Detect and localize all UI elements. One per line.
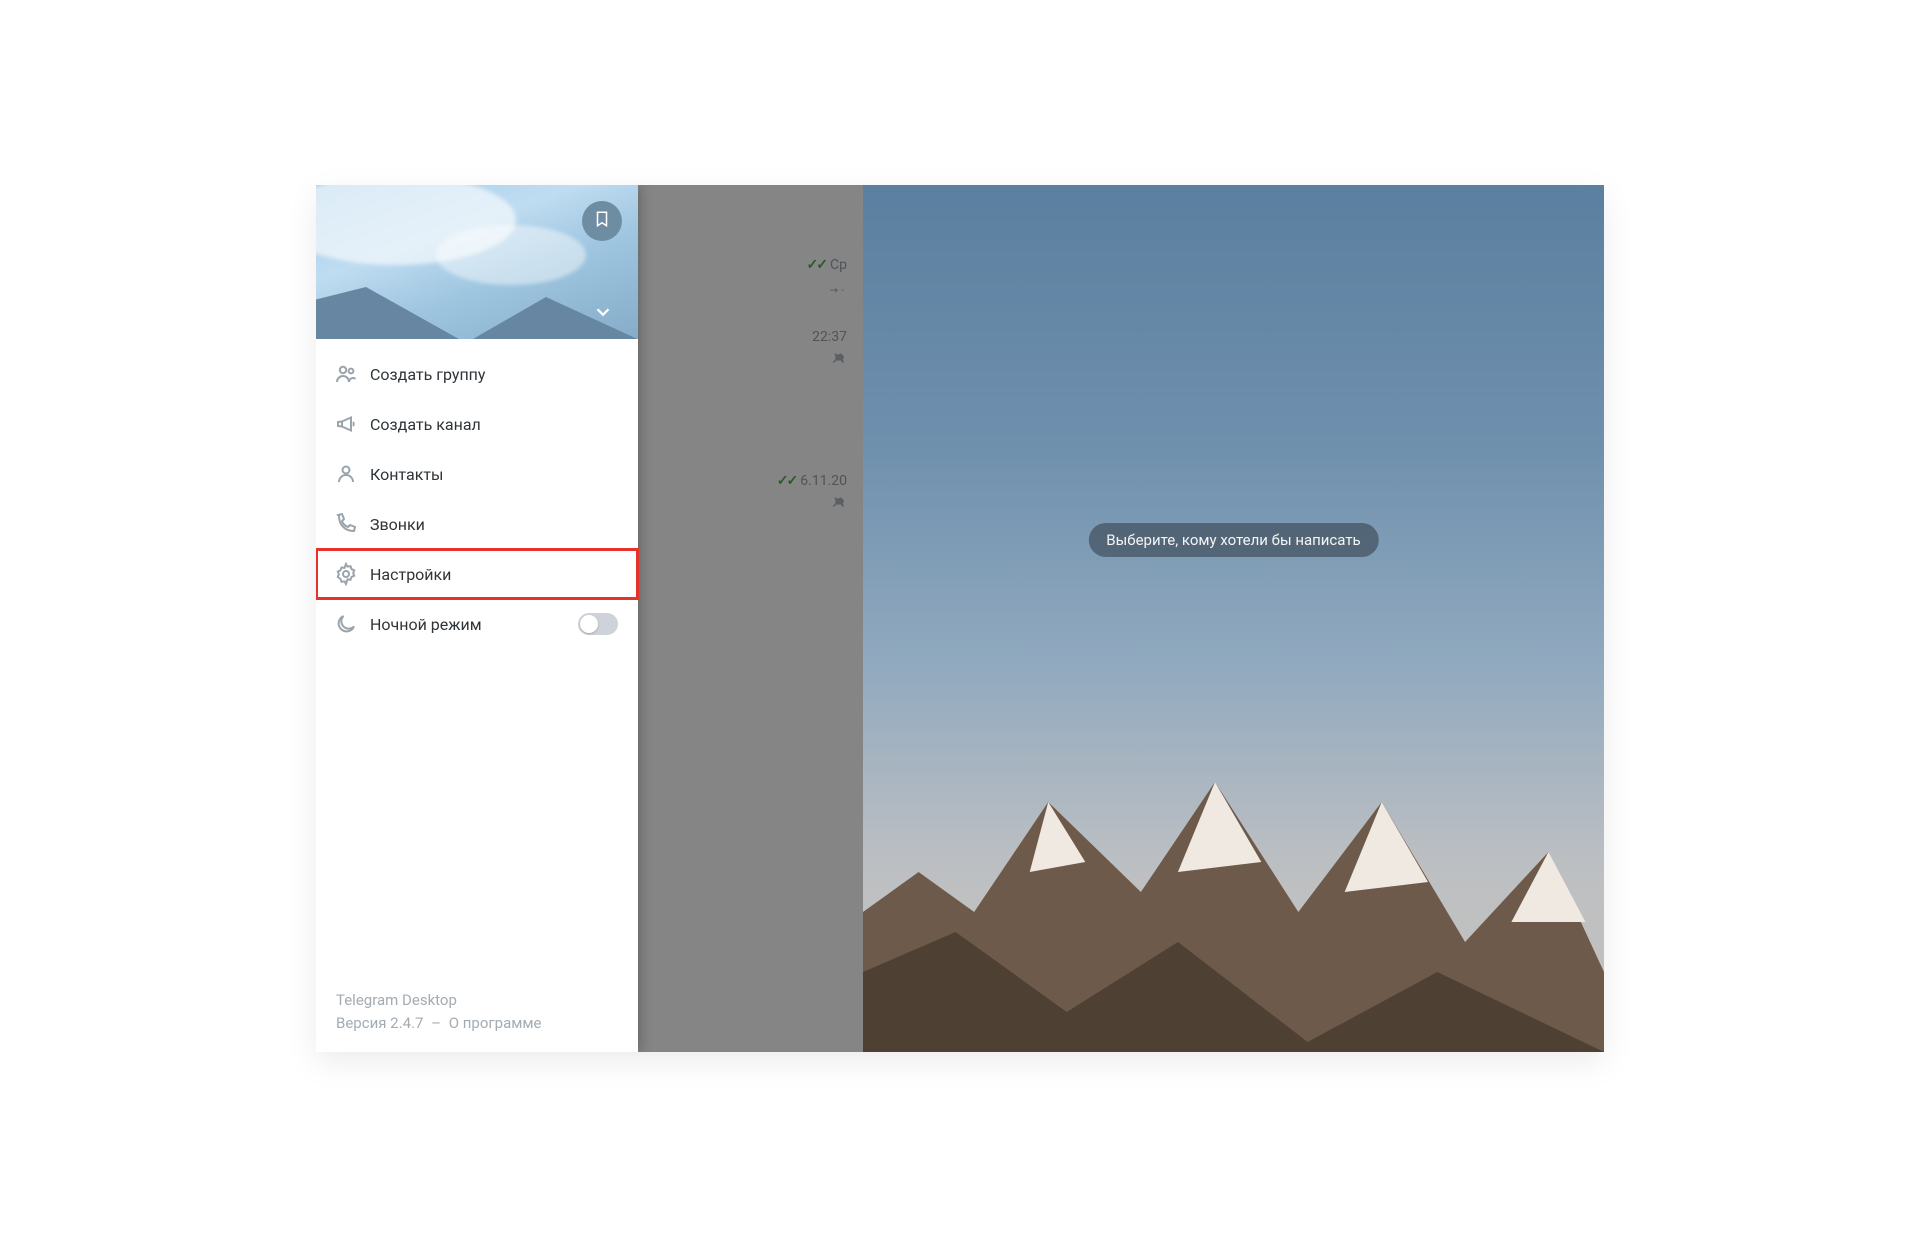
phone-icon: [334, 512, 370, 536]
app-name-label: Telegram Desktop: [336, 989, 618, 1012]
main-menu-drawer: Создать группу Создать канал Контакты: [316, 185, 638, 1052]
app-root: ✓✓Ср .) 22:37 0 з: [316, 185, 1604, 1052]
gear-icon: [334, 562, 370, 586]
drawer-menu: Создать группу Создать канал Контакты: [316, 339, 638, 655]
chevron-down-icon: [592, 301, 614, 327]
menu-item-label: Создать канал: [370, 415, 618, 434]
bookmark-icon: [593, 210, 611, 232]
menu-item-new-channel[interactable]: Создать канал: [316, 399, 638, 449]
drawer-footer: Telegram Desktop Версия 2.4.7 – О програ…: [316, 975, 638, 1052]
drawer-header: [316, 185, 638, 339]
empty-state-hint: Выберите, кому хотели бы написать: [1088, 523, 1378, 557]
menu-item-settings[interactable]: Настройки: [316, 549, 638, 599]
menu-item-label: Создать группу: [370, 365, 618, 384]
conversation-area: Выберите, кому хотели бы написать: [863, 185, 1604, 1052]
menu-item-calls[interactable]: Звонки: [316, 499, 638, 549]
account-switcher-toggle[interactable]: [588, 299, 618, 329]
about-link[interactable]: О программе: [449, 1014, 542, 1032]
saved-messages-button[interactable]: [582, 201, 622, 241]
menu-item-label: Звонки: [370, 515, 618, 534]
person-icon: [334, 462, 370, 486]
night-mode-toggle[interactable]: [578, 613, 618, 635]
menu-item-night-mode[interactable]: Ночной режим: [316, 599, 638, 649]
megaphone-icon: [334, 412, 370, 436]
moon-icon: [334, 612, 370, 636]
menu-item-label: Контакты: [370, 465, 618, 484]
menu-item-contacts[interactable]: Контакты: [316, 449, 638, 499]
menu-item-label: Ночной режим: [370, 615, 578, 634]
app-version-label: Версия 2.4.7: [336, 1014, 423, 1032]
footer-separator: –: [431, 1014, 441, 1032]
group-icon: [334, 362, 370, 386]
background-illustration: [863, 712, 1604, 1052]
menu-item-label: Настройки: [370, 565, 618, 584]
menu-item-new-group[interactable]: Создать группу: [316, 349, 638, 399]
